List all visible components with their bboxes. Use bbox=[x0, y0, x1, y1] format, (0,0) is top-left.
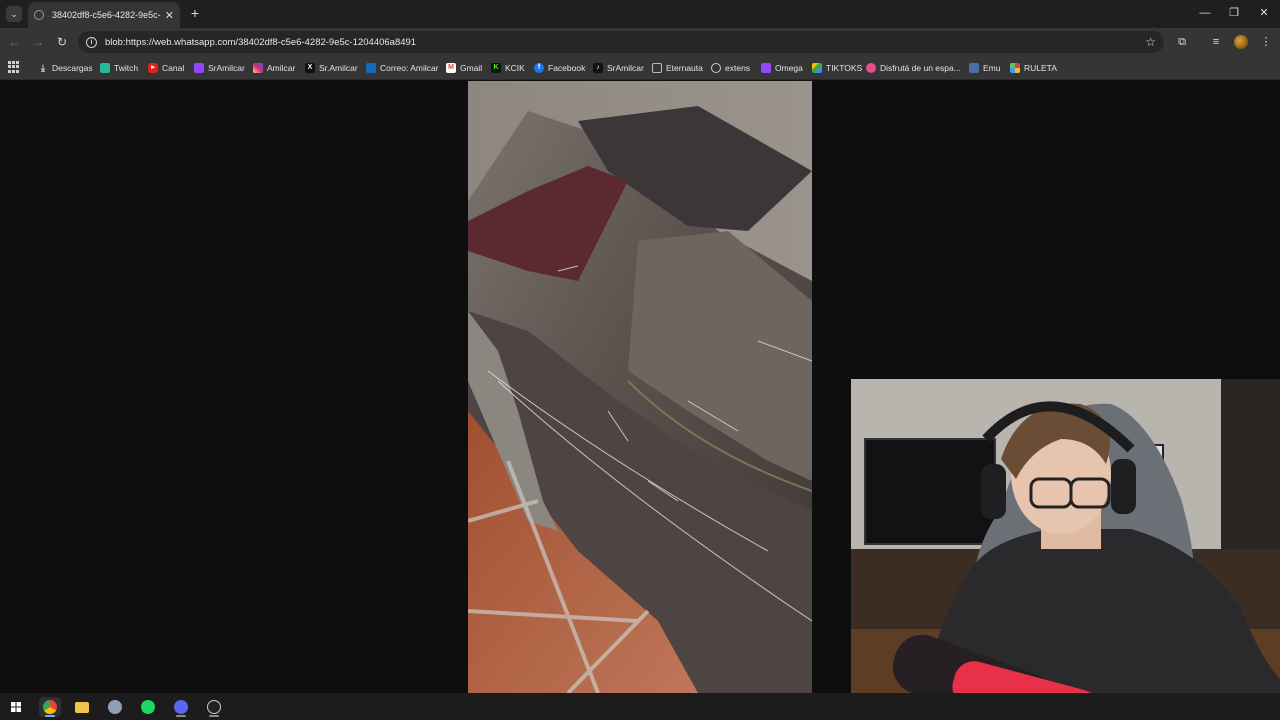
bookmark-item[interactable]: Correo: Amilcar bbox=[366, 60, 439, 76]
taskbar-discord[interactable] bbox=[170, 697, 192, 717]
window-close-icon[interactable]: ✕ bbox=[1257, 6, 1271, 20]
twitch-icon bbox=[100, 63, 110, 73]
media-controls-icon[interactable]: ≡ bbox=[1208, 34, 1224, 50]
taskbar-file-explorer[interactable] bbox=[71, 697, 93, 717]
site-icon bbox=[866, 63, 876, 73]
bookmark-item[interactable]: X Sr.Amilcar bbox=[305, 60, 358, 76]
bookmark-item[interactable]: RULETA bbox=[1010, 60, 1057, 76]
running-indicator bbox=[176, 715, 186, 717]
twitch-icon bbox=[194, 63, 204, 73]
outlook-icon bbox=[366, 63, 376, 73]
globe-icon bbox=[34, 10, 44, 20]
new-tab-button[interactable]: + bbox=[188, 5, 202, 21]
file-explorer-icon bbox=[75, 702, 89, 713]
download-icon: ⤓ bbox=[41, 63, 45, 73]
tab-strip: ⌄ 38402df8-c5e6-4282-9e5c-120 ✕ + — ❐ ✕ bbox=[0, 0, 1280, 28]
bookmark-item[interactable]: ♪ SrAmilcar bbox=[593, 60, 644, 76]
running-indicator bbox=[209, 715, 219, 717]
taskbar-chrome[interactable] bbox=[39, 697, 61, 717]
x-icon: X bbox=[305, 63, 315, 73]
roulette-icon bbox=[1010, 63, 1020, 73]
drive-icon bbox=[812, 63, 822, 73]
facebook-icon: f bbox=[534, 63, 544, 73]
bookmark-item[interactable]: f Facebook bbox=[534, 60, 585, 76]
start-icon bbox=[11, 702, 21, 712]
reload-icon[interactable]: ↻ bbox=[54, 34, 70, 50]
youtube-icon: ▸ bbox=[148, 63, 158, 73]
bookmark-item[interactable]: ⤓ Descargas bbox=[38, 60, 93, 76]
tiktok-icon: ♪ bbox=[593, 63, 603, 73]
webcam-image bbox=[851, 379, 1280, 720]
bookmark-item[interactable]: Disfrutá de un espa... bbox=[866, 60, 961, 76]
browser-toolbar: ← → ↻ i blob:https://web.whatsapp.com/38… bbox=[0, 28, 1280, 56]
apps-grid-icon[interactable] bbox=[8, 61, 20, 73]
bookmark-item[interactable]: Twitch bbox=[100, 60, 138, 76]
bookmark-item[interactable]: Emu bbox=[969, 60, 1000, 76]
tab-title: 38402df8-c5e6-4282-9e5c-120 bbox=[52, 10, 161, 20]
bookmark-item[interactable]: extens bbox=[711, 60, 750, 76]
car-damage-photo bbox=[468, 81, 812, 693]
instagram-icon bbox=[253, 63, 263, 73]
spotify-icon bbox=[141, 700, 155, 714]
tab-search-button[interactable]: ⌄ bbox=[6, 6, 22, 22]
menu-icon[interactable]: ⋮ bbox=[1258, 34, 1274, 50]
taskbar-app[interactable] bbox=[104, 697, 126, 717]
discord-icon bbox=[174, 700, 188, 714]
back-icon[interactable]: ← bbox=[6, 34, 22, 50]
bookmark-item[interactable]: TIKTOKS bbox=[812, 60, 862, 76]
start-button[interactable] bbox=[5, 697, 27, 717]
chrome-icon bbox=[43, 700, 57, 714]
photo-image bbox=[468, 81, 812, 693]
url-text[interactable]: blob:https://web.whatsapp.com/38402df8-c… bbox=[105, 37, 416, 48]
profile-avatar[interactable] bbox=[1234, 35, 1248, 49]
webcam-overlay bbox=[851, 379, 1280, 720]
active-indicator bbox=[45, 715, 55, 717]
address-bar[interactable]: i blob:https://web.whatsapp.com/38402df8… bbox=[78, 31, 1164, 53]
app-icon bbox=[108, 700, 122, 714]
bookmark-item[interactable]: Amilcar bbox=[253, 60, 295, 76]
site-info-icon[interactable]: i bbox=[86, 36, 97, 48]
bookmark-item[interactable]: K KCIK bbox=[491, 60, 525, 76]
bookmark-item[interactable]: Omega bbox=[761, 60, 803, 76]
obs-icon bbox=[207, 700, 221, 714]
extensions-icon[interactable]: ⧉ bbox=[1174, 34, 1190, 50]
taskbar-obs[interactable] bbox=[203, 697, 225, 717]
bookmarks-bar: ⤓ Descargas Twitch ▸ Canal SrAmilcar Amilc… bbox=[0, 56, 1280, 80]
bookmark-item[interactable]: SrAmilcar bbox=[194, 60, 245, 76]
minimize-icon[interactable]: — bbox=[1198, 6, 1212, 20]
gmail-icon: M bbox=[446, 63, 456, 73]
document-icon bbox=[652, 63, 662, 73]
restore-icon[interactable]: ❐ bbox=[1227, 6, 1241, 20]
image-icon bbox=[969, 63, 979, 73]
forward-icon[interactable]: → bbox=[30, 34, 46, 50]
bookmark-item[interactable]: M Gmail bbox=[446, 60, 482, 76]
extension-icon bbox=[711, 63, 721, 73]
close-icon[interactable]: ✕ bbox=[165, 9, 174, 22]
windows-taskbar bbox=[0, 693, 1280, 720]
taskbar-spotify[interactable] bbox=[137, 697, 159, 717]
bookmark-item[interactable]: ▸ Canal bbox=[148, 60, 184, 76]
bookmark-star-icon[interactable]: ☆ bbox=[1145, 35, 1156, 49]
tab-active[interactable]: 38402df8-c5e6-4282-9e5c-120 ✕ bbox=[28, 2, 180, 28]
twitch-icon bbox=[761, 63, 771, 73]
kick-icon: K bbox=[491, 63, 501, 73]
bookmark-item[interactable]: Eternauta bbox=[652, 60, 703, 76]
